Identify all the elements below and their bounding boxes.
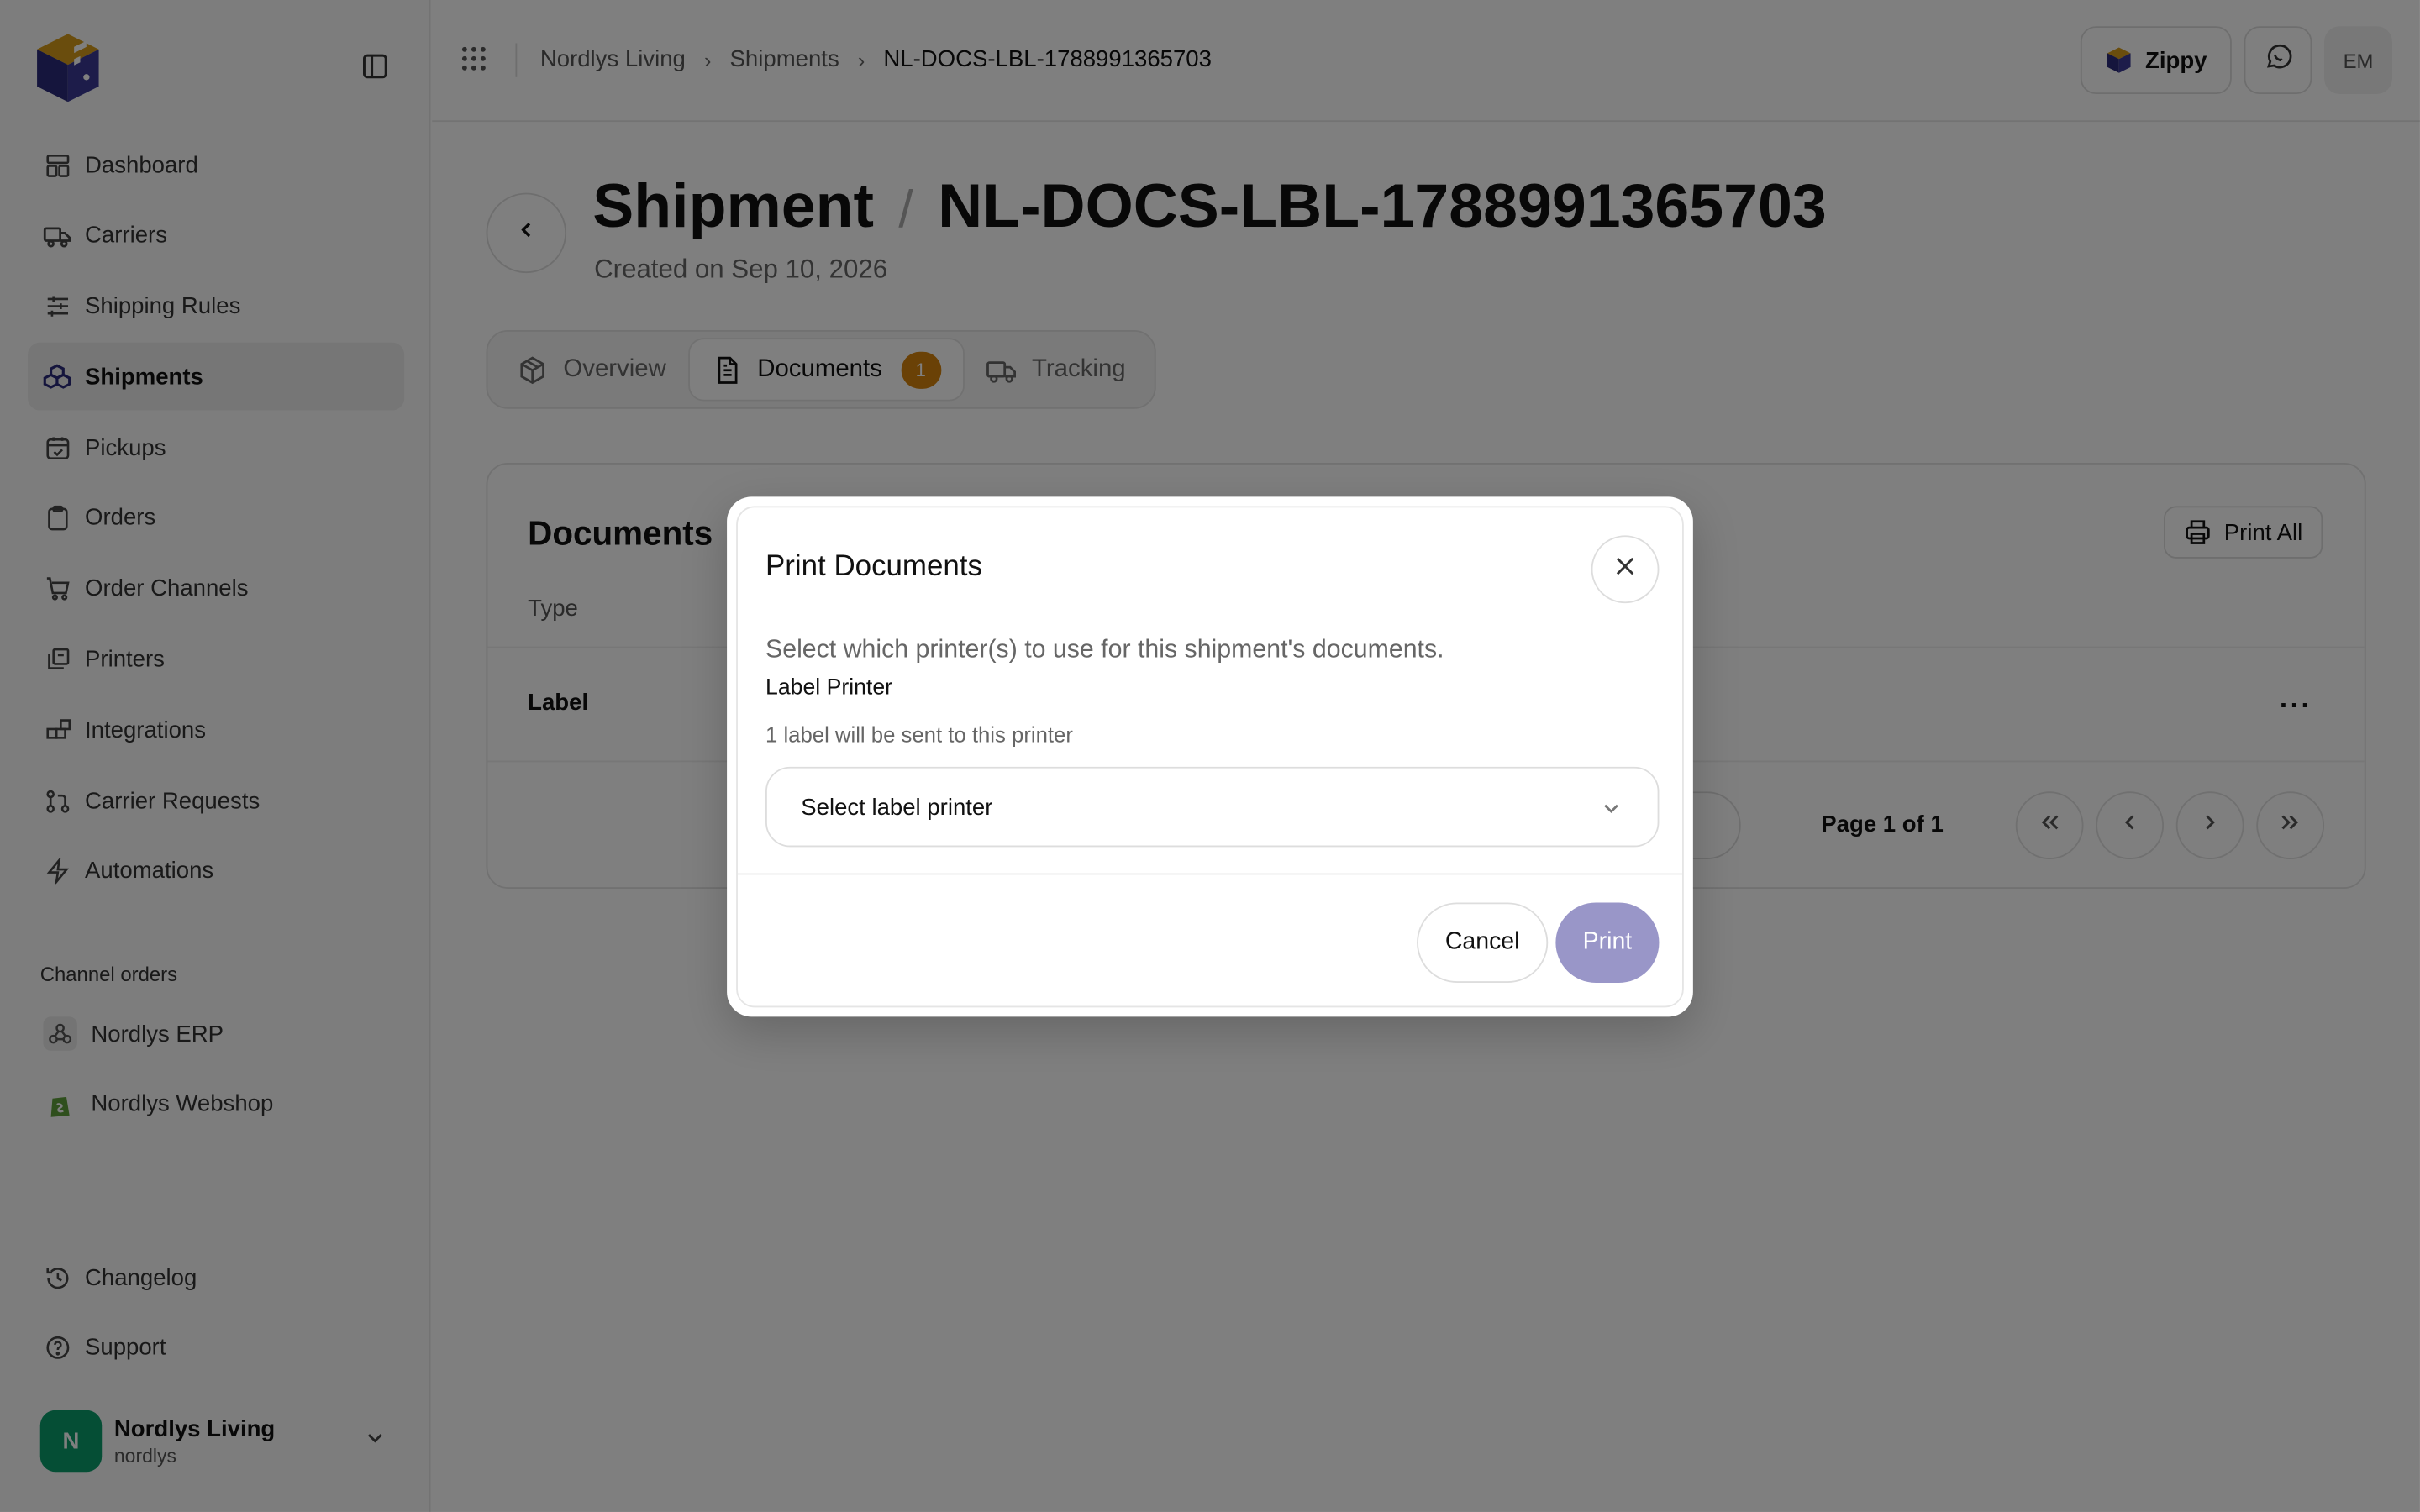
label-printer-select[interactable]: Select label printer: [765, 766, 1660, 848]
cancel-button[interactable]: Cancel: [1417, 902, 1549, 983]
dialog-divider: [737, 873, 1683, 875]
print-documents-dialog: Print Documents Select which printer(s) …: [727, 496, 1693, 1017]
chevron-down-icon: [1599, 796, 1623, 821]
dialog-panel: Print Documents Select which printer(s) …: [736, 506, 1684, 1008]
label-printer-label: Label Printer: [765, 675, 893, 701]
select-placeholder: Select label printer: [801, 793, 993, 821]
dialog-title: Print Documents: [765, 550, 982, 584]
print-button[interactable]: Print: [1555, 902, 1660, 983]
close-icon: [1612, 553, 1637, 585]
label-printer-hint: 1 label will be sent to this printer: [765, 722, 1073, 747]
dialog-description: Select which printer(s) to use for this …: [765, 635, 1444, 664]
app-root: Dashboard Carriers Shipping Rules Shipme…: [0, 0, 2420, 1512]
close-dialog-button[interactable]: [1591, 535, 1660, 604]
